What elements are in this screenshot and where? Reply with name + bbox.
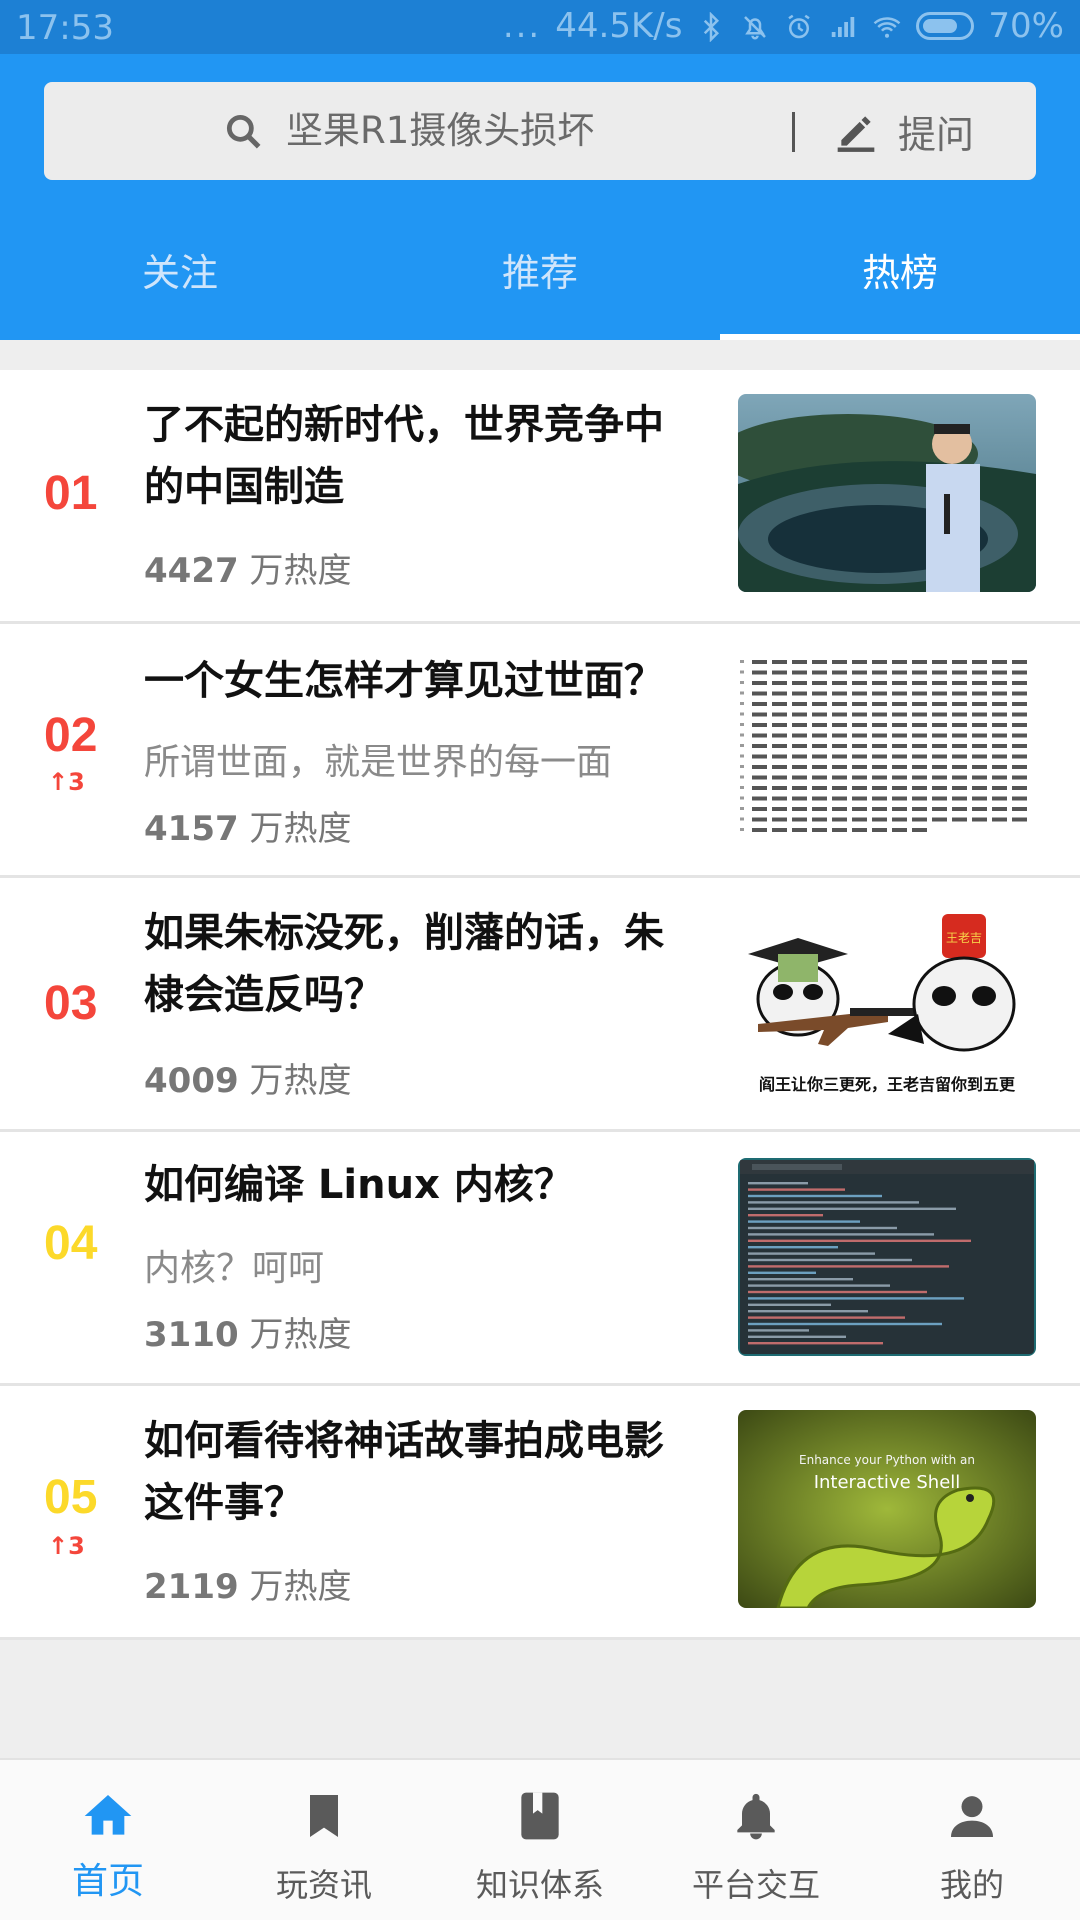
hot-list: 01 了不起的新时代，世界竞争中 的中国制造 4427 万热度 02 ↑3 一个… — [0, 370, 1080, 1640]
meme-caption: 阎王让你三更死，王老吉留你到五更 — [759, 1075, 1016, 1094]
heat-number: 3110 — [144, 1315, 239, 1355]
item-excerpt: 内核？呵呵 — [144, 1248, 325, 1289]
status-time: 17:53 — [16, 8, 114, 48]
title-line: 棣会造反吗？ — [144, 972, 384, 1018]
title-line: 如何看待将神话故事拍成电影 — [144, 1418, 664, 1464]
nav-platform[interactable]: 平台交互 — [648, 1760, 864, 1920]
speaker-stage-photo — [738, 394, 1036, 592]
rank-number: 01 — [44, 467, 98, 520]
list-item[interactable]: 04 如何编译 Linux 内核？ 内核？呵呵 3110 万热度 — [0, 1132, 1080, 1386]
trend-up-indicator: ↑3 — [48, 1532, 85, 1560]
heat-number: 4009 — [144, 1061, 239, 1101]
search-input[interactable]: 坚果R1摄像头损坏 — [286, 104, 594, 158]
title-line: 这件事？ — [144, 1480, 304, 1526]
python-snake-poster: Enhance your Python with an Interactive … — [738, 1410, 1036, 1608]
nav-label: 玩资讯 — [275, 1866, 372, 1904]
top-header: 坚果R1摄像头损坏 提问 关注 推荐 热榜 — [0, 54, 1080, 340]
nav-home[interactable]: 首页 — [0, 1760, 216, 1920]
poster-caption-1: Enhance your Python with an — [799, 1453, 975, 1467]
nav-knowledge[interactable]: 知识体系 — [432, 1760, 648, 1920]
tab-hot-list[interactable]: 热榜 — [720, 234, 1080, 340]
list-item[interactable]: 02 ↑3 一个女生怎样才算见过世面？ 所谓世面，就是世界的每一面 4157 万… — [0, 624, 1080, 878]
item-excerpt: 所谓世面，就是世界的每一面 — [144, 742, 613, 783]
rank-number: 04 — [44, 1217, 98, 1270]
list-item[interactable]: 05 ↑3 如何看待将神话故事拍成电影 这件事？ 2119 万热度 Enhanc… — [0, 1386, 1080, 1640]
heat-unit: 万热度 — [249, 551, 352, 591]
heat-unit: 万热度 — [249, 1567, 352, 1607]
home-icon — [80, 1788, 136, 1844]
nav-label: 首页 — [71, 1861, 144, 1902]
rank-number: 05 — [44, 1471, 98, 1524]
tab-recommend[interactable]: 推荐 — [360, 234, 720, 340]
bell-icon — [728, 1788, 784, 1844]
code-text-image — [738, 652, 1036, 850]
item-title: 了不起的新时代，世界竞争中 的中国制造 — [144, 394, 712, 518]
wifi-icon — [872, 11, 902, 41]
search-bar[interactable]: 坚果R1摄像头损坏 提问 — [44, 82, 1036, 180]
bookmark-icon — [296, 1788, 352, 1844]
tab-bar: 关注 推荐 热榜 — [0, 234, 1080, 340]
rank-number: 02 — [44, 709, 98, 762]
title-line: 了不起的新时代，世界竞争中 — [144, 402, 664, 448]
heat-count: 4157 万热度 — [144, 806, 351, 852]
item-thumbnail[interactable]: 王老吉 阎王让你三更死，王老吉留你到五更 — [738, 904, 1036, 1102]
alarm-icon — [784, 11, 814, 41]
item-thumbnail[interactable] — [738, 1158, 1036, 1356]
terminal-screenshot — [738, 1158, 1036, 1356]
tab-follow[interactable]: 关注 — [0, 234, 360, 340]
heat-number: 4157 — [144, 809, 239, 849]
rank-number: 03 — [44, 977, 98, 1030]
battery-icon — [916, 12, 975, 40]
panda-meme: 王老吉 阎王让你三更死，王老吉留你到五更 — [738, 904, 1036, 1102]
heat-unit: 万热度 — [249, 1315, 352, 1355]
item-title: 如何看待将神话故事拍成电影 这件事？ — [144, 1410, 712, 1534]
list-item[interactable]: 03 如果朱标没死，削藩的话，朱 棣会造反吗？ 4009 万热度 王老吉 阎王让… — [0, 878, 1080, 1132]
trend-up-indicator: ↑3 — [48, 768, 85, 796]
nav-mine[interactable]: 我的 — [864, 1760, 1080, 1920]
heat-count: 3110 万热度 — [144, 1312, 351, 1358]
person-icon — [944, 1788, 1000, 1844]
item-title: 如果朱标没死，削藩的话，朱 棣会造反吗？ — [144, 902, 712, 1026]
book-icon — [512, 1788, 568, 1844]
title-line: 一个女生怎样才算见过世面？ — [144, 658, 664, 704]
poster-caption-2: Interactive Shell — [814, 1472, 961, 1493]
heat-count: 2119 万热度 — [144, 1564, 351, 1610]
title-line: 的中国制造 — [144, 464, 344, 510]
heat-number: 2119 — [144, 1567, 239, 1607]
item-thumbnail[interactable]: Enhance your Python with an Interactive … — [738, 1410, 1036, 1608]
edit-icon — [834, 109, 878, 153]
search-icon — [222, 110, 266, 154]
item-thumbnail[interactable] — [738, 652, 1036, 850]
item-thumbnail[interactable] — [738, 394, 1036, 592]
can-label: 王老吉 — [946, 931, 982, 945]
heat-unit: 万热度 — [249, 809, 352, 849]
heat-number: 4427 — [144, 551, 239, 591]
bluetooth-icon — [696, 11, 726, 43]
status-dots: ... — [502, 6, 542, 46]
heat-unit: 万热度 — [249, 1061, 352, 1101]
mute-icon — [740, 11, 770, 41]
nav-news[interactable]: 玩资讯 — [216, 1760, 432, 1920]
status-net-speed: 44.5K/s — [555, 6, 683, 46]
nav-label: 我的 — [939, 1866, 1004, 1904]
nav-label: 平台交互 — [691, 1866, 820, 1904]
title-line: 如何编译 Linux 内核？ — [144, 1162, 574, 1208]
signal-icon — [828, 11, 858, 41]
app-root: 17:53 ... 44.5K/s 70% 坚果R1摄像头损坏 提问 关注 推荐… — [0, 0, 1080, 1920]
item-title: 一个女生怎样才算见过世面？ — [144, 650, 712, 712]
status-right: ... 44.5K/s 70% — [503, 6, 1064, 46]
heat-count: 4427 万热度 — [144, 548, 351, 594]
status-battery: 70% — [988, 6, 1064, 46]
bottom-nav: 首页 玩资讯 知识体系 平台交互 我的 — [0, 1758, 1080, 1920]
heat-count: 4009 万热度 — [144, 1058, 351, 1104]
ask-question-button[interactable]: 提问 — [834, 96, 1014, 166]
ask-label: 提问 — [898, 112, 975, 157]
search-divider — [792, 112, 795, 152]
status-bar: 17:53 ... 44.5K/s 70% — [0, 0, 1080, 54]
list-item[interactable]: 01 了不起的新时代，世界竞争中 的中国制造 4427 万热度 — [0, 370, 1080, 624]
title-line: 如果朱标没死，削藩的话，朱 — [144, 910, 664, 956]
item-title: 如何编译 Linux 内核？ — [144, 1154, 712, 1216]
nav-label: 知识体系 — [475, 1866, 604, 1904]
